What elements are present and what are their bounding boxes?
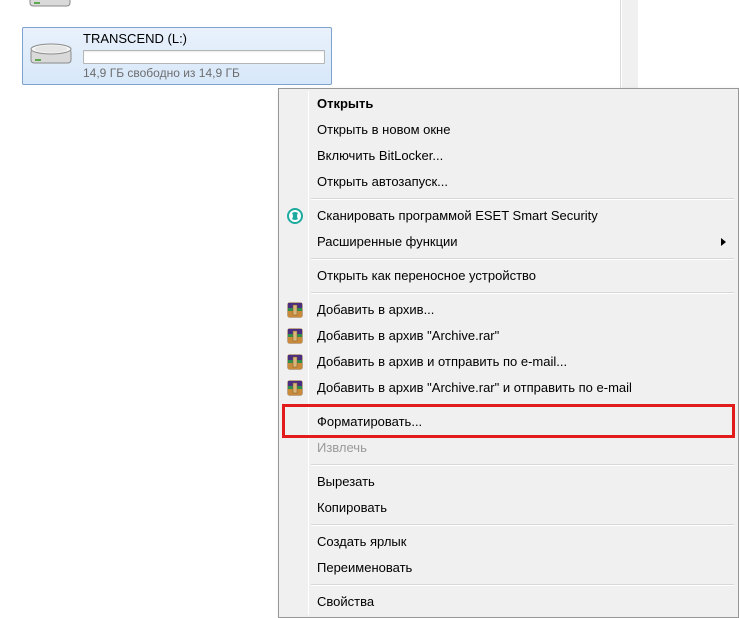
drive-item-selected[interactable]: TRANSCEND (L:) 14,9 ГБ свободно из 14,9 … [22, 27, 332, 85]
menu-open-new-label: Открыть в новом окне [317, 122, 450, 137]
hdd-icon [27, 39, 75, 75]
menu-shortcut-label: Создать ярлык [317, 534, 406, 549]
menu-open-new-window[interactable]: Открыть в новом окне [281, 117, 736, 143]
menu-open-label: Открыть [317, 96, 373, 111]
menu-rar-add-label: Добавить в архив... [317, 302, 434, 317]
menu-format[interactable]: Форматировать... [281, 409, 736, 435]
menu-separator [311, 292, 734, 294]
menu-separator [311, 464, 734, 466]
menu-eset-scan-label: Сканировать программой ESET Smart Securi… [317, 208, 598, 223]
menu-cut-label: Вырезать [317, 474, 375, 489]
menu-separator [311, 584, 734, 586]
menu-open-autoplay[interactable]: Открыть автозапуск... [281, 169, 736, 195]
menu-separator [311, 198, 734, 200]
menu-eset-advanced-label: Расширенные функции [317, 234, 458, 249]
menu-eset-scan[interactable]: Сканировать программой ESET Smart Securi… [281, 203, 736, 229]
menu-rar-named-email-label: Добавить в архив "Archive.rar" и отправи… [317, 380, 632, 395]
menu-properties-label: Свойства [317, 594, 374, 609]
menu-cut[interactable]: Вырезать [281, 469, 736, 495]
menu-copy-label: Копировать [317, 500, 387, 515]
menu-rar-add-named[interactable]: Добавить в архив "Archive.rar" [281, 323, 736, 349]
drive-usage-bar [83, 50, 325, 64]
menu-separator [311, 524, 734, 526]
eset-icon [287, 208, 303, 224]
winrar-icon [287, 328, 303, 344]
menu-bitlocker-label: Включить BitLocker... [317, 148, 443, 163]
menu-format-label: Форматировать... [317, 414, 422, 429]
winrar-icon [287, 302, 303, 318]
menu-autoplay-label: Открыть автозапуск... [317, 174, 448, 189]
menu-rar-add[interactable]: Добавить в архив... [281, 297, 736, 323]
menu-rar-email-label: Добавить в архив и отправить по e-mail..… [317, 354, 567, 369]
winrar-icon [287, 354, 303, 370]
menu-open-portable[interactable]: Открыть как переносное устройство [281, 263, 736, 289]
menu-rar-add-named-label: Добавить в архив "Archive.rar" [317, 328, 499, 343]
menu-eject: Извлечь [281, 435, 736, 461]
menu-rar-email[interactable]: Добавить в архив и отправить по e-mail..… [281, 349, 736, 375]
drive-label: TRANSCEND (L:) [83, 31, 187, 46]
menu-separator [311, 258, 734, 260]
drive-free-text: 14,9 ГБ свободно из 14,9 ГБ [83, 66, 240, 80]
menu-create-shortcut[interactable]: Создать ярлык [281, 529, 736, 555]
menu-open[interactable]: Открыть [281, 91, 736, 117]
context-menu: Открыть Открыть в новом окне Включить Bi… [278, 88, 739, 618]
menu-rename[interactable]: Переименовать [281, 555, 736, 581]
menu-copy[interactable]: Копировать [281, 495, 736, 521]
drive-icon-partial [26, 0, 74, 18]
menu-enable-bitlocker[interactable]: Включить BitLocker... [281, 143, 736, 169]
menu-properties[interactable]: Свойства [281, 589, 736, 615]
menu-rar-named-email[interactable]: Добавить в архив "Archive.rar" и отправи… [281, 375, 736, 401]
menu-eject-label: Извлечь [317, 440, 367, 455]
menu-separator [311, 404, 734, 406]
submenu-arrow-icon [721, 238, 726, 246]
menu-portable-label: Открыть как переносное устройство [317, 268, 536, 283]
menu-rename-label: Переименовать [317, 560, 412, 575]
winrar-icon [287, 380, 303, 396]
menu-eset-advanced[interactable]: Расширенные функции [281, 229, 736, 255]
